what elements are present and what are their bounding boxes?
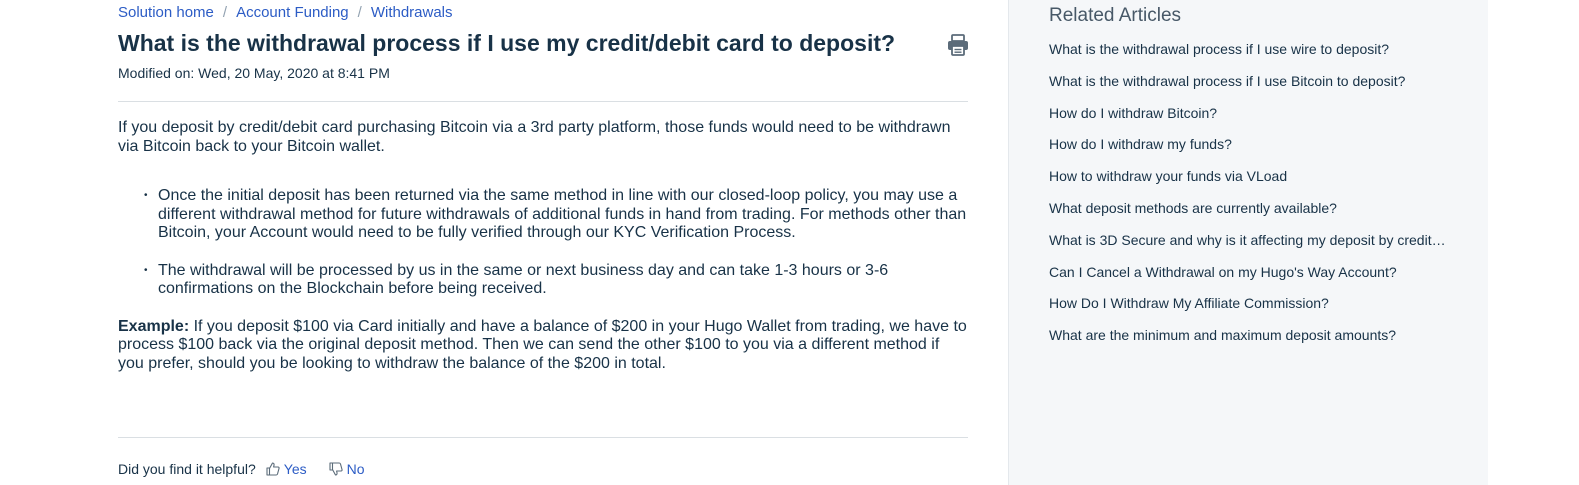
related-article-link[interactable]: How Do I Withdraw My Affiliate Commissio…	[1049, 295, 1329, 311]
breadcrumb: Solution home / Account Funding / Withdrawal…	[118, 4, 453, 21]
breadcrumb-solution-home[interactable]: Solution home	[118, 4, 214, 21]
related-article-item: Can I Cancel a Withdrawal on my Hugo's W…	[1049, 264, 1449, 296]
related-article-item: How do I withdraw Bitcoin?	[1049, 105, 1449, 137]
article-bullet: Once the initial deposit has been return…	[144, 187, 968, 243]
related-article-link[interactable]: What deposit methods are currently avail…	[1049, 200, 1337, 216]
related-articles-sidebar: Related Articles What is the withdrawal …	[1008, 0, 1488, 485]
related-article-item: What is the withdrawal process if I use …	[1049, 41, 1449, 73]
thumbs-down-icon	[329, 462, 343, 476]
related-article-link[interactable]: How to withdraw your funds via VLoad	[1049, 168, 1287, 184]
related-articles-title: Related Articles	[1049, 5, 1182, 26]
article-body: If you deposit by credit/debit card purc…	[118, 119, 968, 373]
feedback-question: Did you find it helpful?	[118, 461, 256, 477]
related-article-link[interactable]: What are the minimum and maximum deposit…	[1049, 327, 1396, 343]
modified-date: Modified on: Wed, 20 May, 2020 at 8:41 P…	[118, 65, 390, 81]
feedback-bar: Did you find it helpful? Yes No	[118, 461, 387, 477]
related-article-link[interactable]: Can I Cancel a Withdrawal on my Hugo's W…	[1049, 264, 1397, 280]
related-article-item: What is the withdrawal process if I use …	[1049, 73, 1449, 105]
related-article-link[interactable]: What is the withdrawal process if I use …	[1049, 73, 1405, 89]
related-article-item: How Do I Withdraw My Affiliate Commissio…	[1049, 295, 1449, 327]
related-article-link[interactable]: What is the withdrawal process if I use …	[1049, 41, 1389, 57]
example-label: Example:	[118, 317, 190, 335]
example-text: If you deposit $100 via Card initially a…	[118, 317, 967, 372]
breadcrumb-withdrawals[interactable]: Withdrawals	[371, 4, 453, 21]
breadcrumb-separator: /	[357, 4, 362, 21]
related-article-link[interactable]: How do I withdraw Bitcoin?	[1049, 105, 1217, 121]
related-article-item: What are the minimum and maximum deposit…	[1049, 327, 1449, 359]
divider	[118, 101, 968, 102]
divider	[118, 437, 968, 438]
breadcrumb-separator: /	[222, 4, 228, 21]
related-articles-list: What is the withdrawal process if I use …	[1049, 41, 1449, 359]
print-icon[interactable]	[947, 34, 969, 56]
related-article-link[interactable]: How do I withdraw my funds?	[1049, 136, 1232, 152]
feedback-yes-button[interactable]: Yes	[266, 461, 307, 477]
thumbs-up-icon	[266, 462, 280, 476]
article-example: Example: If you deposit $100 via Card in…	[118, 318, 968, 374]
related-article-item: What deposit methods are currently avail…	[1049, 200, 1449, 232]
feedback-yes-label: Yes	[283, 461, 307, 477]
related-article-item: How to withdraw your funds via VLoad	[1049, 168, 1449, 200]
related-article-item: How do I withdraw my funds?	[1049, 136, 1449, 168]
article-bullet: The withdrawal will be processed by us i…	[144, 262, 968, 299]
feedback-no-label: No	[346, 461, 365, 477]
article-intro: If you deposit by credit/debit card purc…	[118, 119, 951, 155]
related-article-item: What is 3D Secure and why is it affectin…	[1049, 232, 1449, 264]
feedback-no-button[interactable]: No	[329, 461, 365, 477]
breadcrumb-account-funding[interactable]: Account Funding	[236, 4, 349, 21]
article-bullet-list: Once the initial deposit has been return…	[118, 187, 968, 299]
article-title: What is the withdrawal process if I use …	[118, 30, 896, 56]
related-article-link[interactable]: What is 3D Secure and why is it affectin…	[1049, 232, 1449, 248]
